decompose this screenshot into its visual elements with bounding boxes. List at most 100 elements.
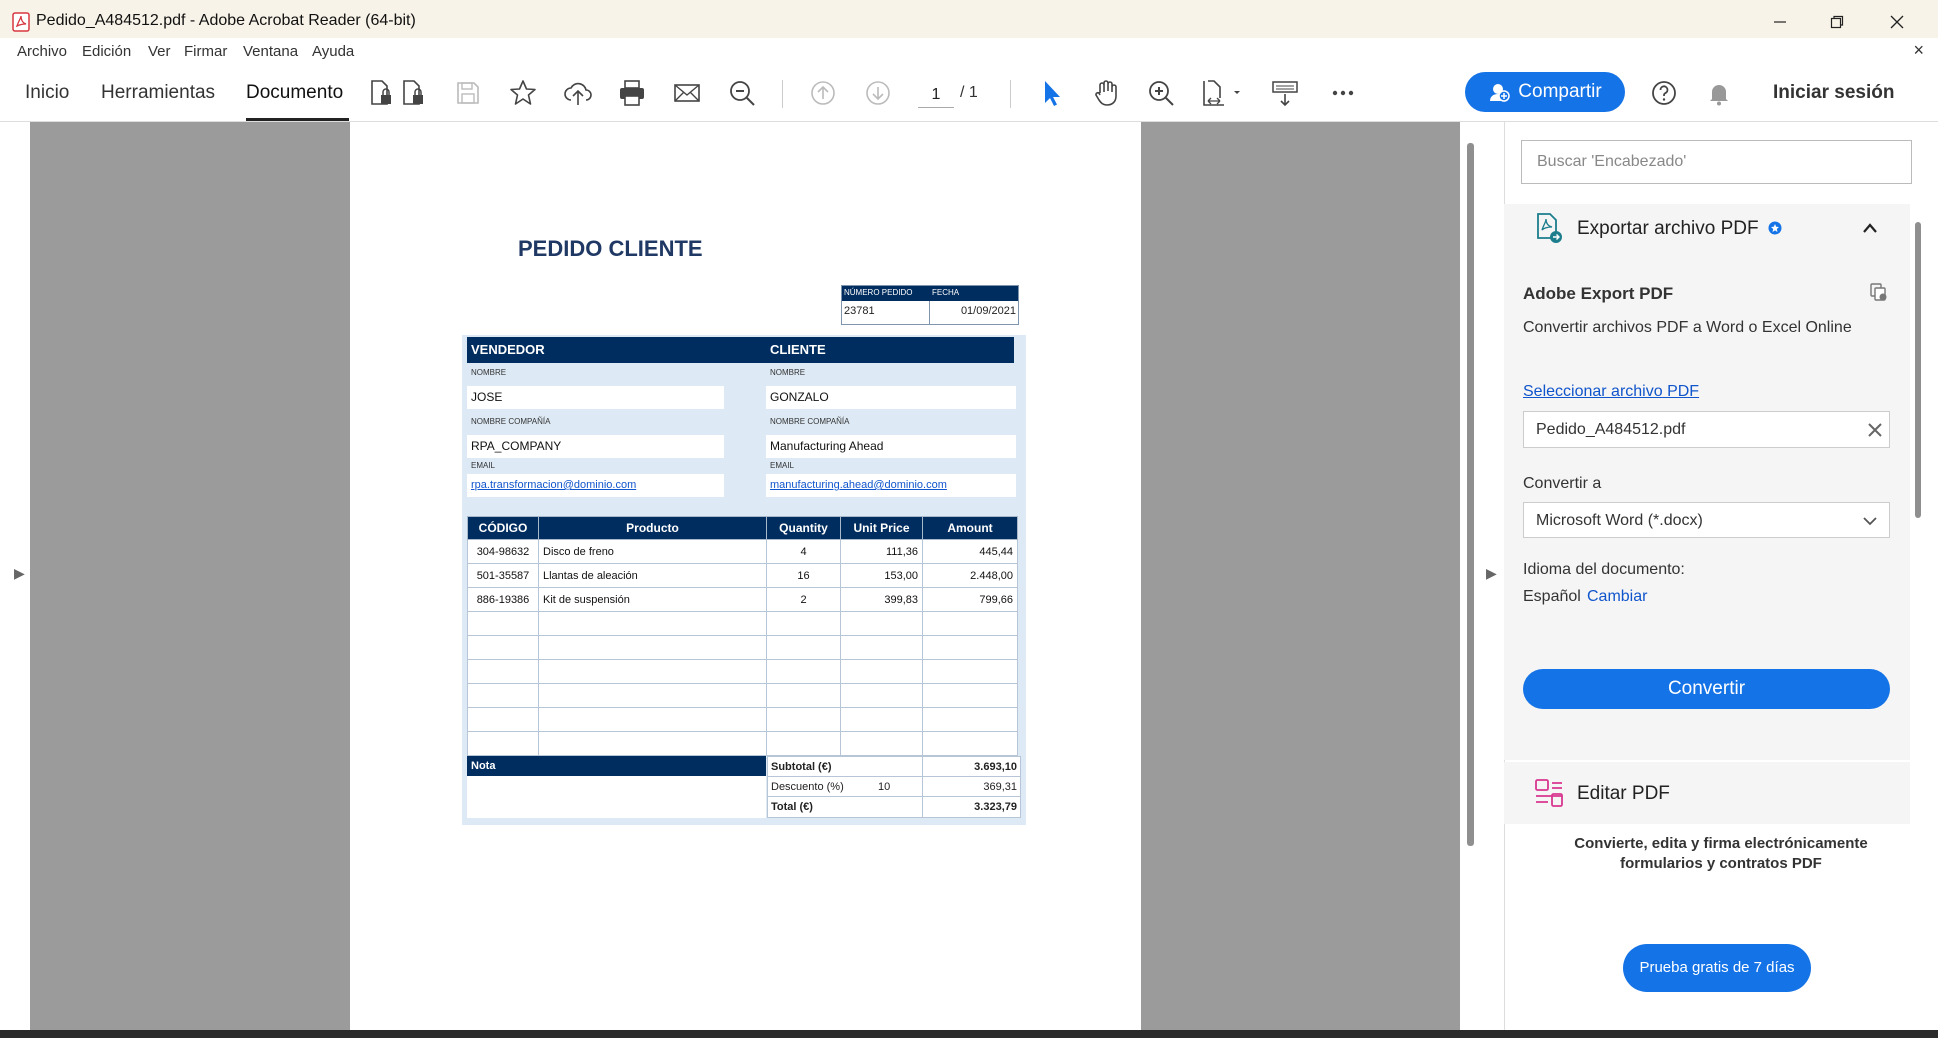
previous-page-button[interactable] (806, 76, 840, 110)
keyboard-scroll-icon (1272, 81, 1298, 107)
more-tools-button[interactable] (1326, 76, 1360, 110)
hand-icon (1095, 80, 1117, 106)
cell-qty: 4 (766, 539, 841, 564)
select-pdf-link[interactable]: Seleccionar archivo PDF (1523, 383, 1699, 401)
items-table: CÓDIGO Producto Quantity Unit Price Amou… (467, 516, 1018, 756)
order-date-label: FECHA (932, 288, 960, 297)
page-number-input[interactable]: 1 (918, 82, 954, 108)
export-pdf-section-header[interactable]: Exportar archivo PDF (1504, 204, 1910, 256)
acrobat-logo-icon (12, 12, 30, 32)
format-select[interactable]: Microsoft Word (*.docx) (1523, 502, 1890, 538)
seller-name-label: NOMBRE (471, 368, 507, 377)
cloud-upload-icon (564, 82, 592, 105)
email-button[interactable] (670, 76, 704, 110)
selected-file-field: Pedido_A484512.pdf (1523, 411, 1890, 448)
share-button[interactable]: Compartir (1465, 72, 1625, 112)
edit-pdf-section[interactable]: Editar PDF (1504, 762, 1910, 824)
close-window-button[interactable] (1875, 8, 1919, 36)
file-lock-icon (403, 80, 423, 105)
order-info-box: NÚMERO PEDIDO FECHA 23781 01/09/2021 (841, 285, 1019, 325)
document-scrollbar[interactable] (1467, 143, 1474, 846)
help-button[interactable] (1647, 76, 1681, 110)
client-name: GONZALO (766, 386, 1016, 409)
user-add-icon (1490, 84, 1511, 102)
promo-text: Convierte, edita y firma electrónicament… (1504, 834, 1938, 874)
tab-herramientas[interactable]: Herramientas (101, 82, 215, 104)
close-document-button[interactable]: × (1913, 40, 1924, 61)
menu-ayuda[interactable]: Ayuda (312, 43, 354, 60)
edit-pdf-icon (1535, 779, 1563, 807)
tab-documento[interactable]: Documento (246, 82, 343, 104)
protect-file-button[interactable] (364, 76, 398, 110)
signin-link[interactable]: Iniciar sesión (1773, 82, 1894, 104)
window-title: Pedido_A484512.pdf - Adobe Acrobat Reade… (36, 12, 416, 29)
col-codigo: CÓDIGO (467, 516, 539, 540)
multi-file-icon[interactable] (1869, 282, 1889, 302)
subtotal-label: Subtotal (€) (771, 761, 832, 773)
help-icon (1652, 81, 1676, 105)
note-box (467, 776, 766, 818)
client-email-label: EMAIL (770, 461, 795, 470)
cell-product: Disco de freno (538, 539, 767, 564)
menu-ventana[interactable]: Ventana (243, 43, 298, 60)
cell-qty: 16 (766, 563, 841, 588)
clear-file-icon[interactable] (1868, 423, 1882, 437)
hand-tool-button[interactable] (1089, 76, 1123, 110)
edit-pdf-title: Editar PDF (1577, 783, 1670, 804)
cell-qty: 2 (766, 587, 841, 612)
subtotal-value: 3.693,10 (974, 761, 1017, 773)
bell-icon (1710, 85, 1728, 106)
chevron-up-icon[interactable] (1862, 222, 1878, 234)
cell-amount: 445,44 (922, 539, 1018, 564)
menu-ver[interactable]: Ver (148, 43, 171, 60)
col-amount: Amount (922, 516, 1018, 540)
file-lock-icon (371, 80, 391, 105)
save-button[interactable] (451, 76, 485, 110)
zoom-in-button[interactable] (1144, 76, 1178, 110)
notifications-button[interactable] (1702, 76, 1736, 110)
tools-search-input[interactable]: Buscar 'Encabezado' (1521, 140, 1912, 184)
fit-page-icon (1203, 80, 1240, 106)
expand-left-panel-icon[interactable]: ▶ (14, 565, 25, 582)
discount-label: Descuento (%) (771, 781, 844, 793)
tab-inicio[interactable]: Inicio (25, 82, 69, 104)
menu-edicion[interactable]: Edición (82, 43, 131, 60)
change-language-link[interactable]: Cambiar (1587, 588, 1647, 606)
active-tab-indicator (246, 118, 349, 121)
restore-button[interactable] (1815, 8, 1859, 36)
upload-button[interactable] (561, 76, 595, 110)
bookmark-button[interactable] (506, 76, 540, 110)
cell-product: Kit de suspensión (538, 587, 767, 612)
collapse-right-panel-icon[interactable]: ▶ (1486, 565, 1497, 582)
toolbar-separator (1010, 80, 1011, 108)
minimize-button[interactable] (1758, 8, 1802, 36)
zoom-in-icon (1149, 81, 1174, 106)
order-number-label: NÚMERO PEDIDO (844, 288, 913, 297)
promo-line-2: formularios y contratos PDF (1620, 855, 1822, 872)
seller-email-link[interactable]: rpa.transformacion@dominio.com (467, 474, 724, 497)
select-tool-button[interactable] (1034, 76, 1068, 110)
menu-archivo[interactable]: Archivo (17, 43, 67, 60)
promo-line-1: Convierte, edita y firma electrónicament… (1574, 835, 1868, 852)
convert-button[interactable]: Convertir (1523, 669, 1890, 709)
protect-file2-button[interactable] (396, 76, 430, 110)
printer-icon (620, 80, 644, 106)
fit-page-dropdown[interactable] (1198, 76, 1246, 110)
seller-email-label: EMAIL (471, 461, 496, 470)
client-email-link[interactable]: manufacturing.ahead@dominio.com (766, 474, 1016, 497)
zoom-out-button[interactable] (725, 76, 759, 110)
scroll-mode-button[interactable] (1268, 76, 1302, 110)
cell-price: 153,00 (840, 563, 923, 588)
menu-firmar[interactable]: Firmar (184, 43, 227, 60)
export-pdf-icon (1537, 213, 1562, 243)
print-button[interactable] (615, 76, 649, 110)
premium-badge-icon (1768, 221, 1782, 235)
share-label: Compartir (1518, 81, 1602, 102)
next-page-button[interactable] (861, 76, 895, 110)
discount-value: 369,31 (983, 781, 1017, 793)
free-trial-button[interactable]: Prueba gratis de 7 días (1623, 944, 1811, 992)
client-company-label: NOMBRE COMPAÑÍA (770, 417, 850, 426)
right-panel-scrollbar[interactable] (1915, 222, 1921, 518)
convert-to-label: Convertir a (1523, 475, 1602, 492)
document-title: PEDIDO CLIENTE (518, 236, 703, 261)
